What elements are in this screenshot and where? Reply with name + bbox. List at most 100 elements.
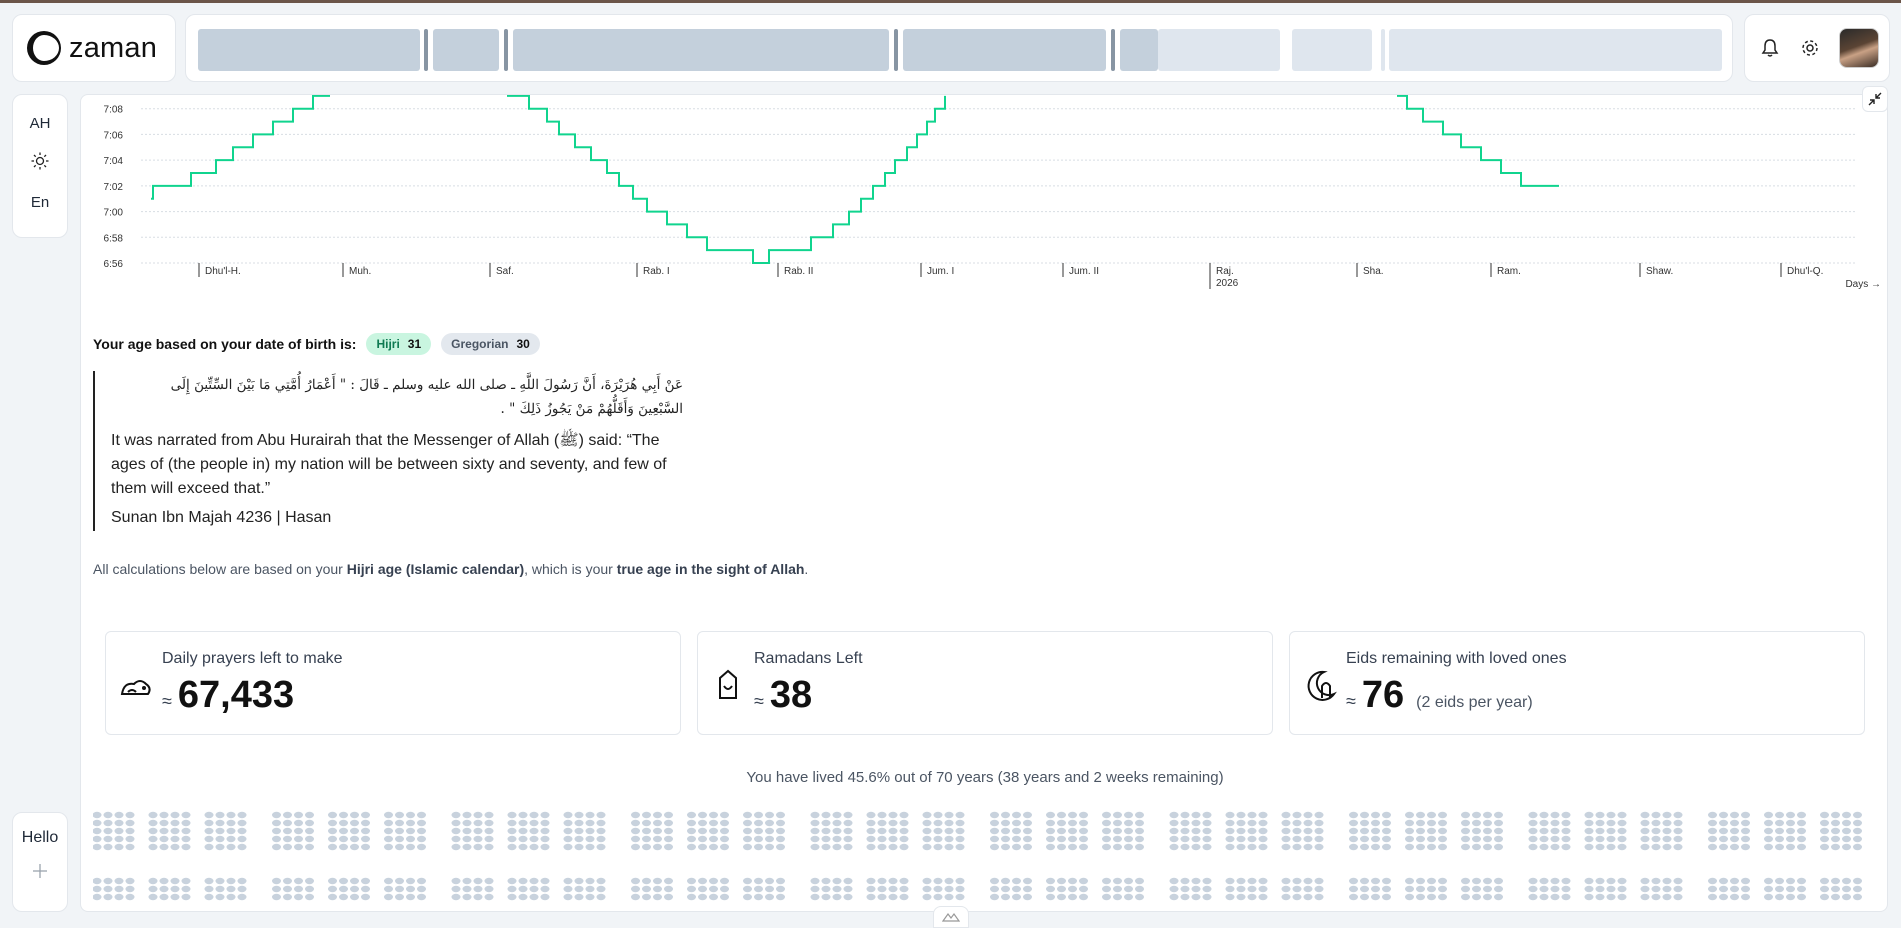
week-dot (944, 893, 954, 901)
week-dot (215, 877, 225, 885)
week-dot (866, 893, 876, 901)
week-dot (1764, 877, 1773, 885)
week-dot (1550, 885, 1560, 893)
week-dot (451, 811, 461, 819)
week-dot (1180, 811, 1190, 819)
week-dot (1360, 827, 1369, 835)
week-dot (395, 827, 404, 835)
week-dot (1730, 877, 1739, 885)
week-dot (1258, 827, 1268, 835)
week-dot (1079, 877, 1088, 885)
week-dot (237, 819, 247, 827)
lantern-icon (719, 669, 737, 699)
drawer-handle-icon[interactable] (933, 906, 969, 928)
week-dot (350, 811, 359, 819)
week-dot (1539, 819, 1549, 827)
week-dot (1382, 893, 1391, 901)
y-tick-label: 6:58 (104, 233, 124, 244)
week-dot (642, 827, 651, 835)
timeline-segment-future[interactable] (1292, 29, 1372, 71)
week-dot (877, 827, 887, 835)
week-dot (843, 893, 853, 901)
week-dot (125, 885, 135, 893)
week-dot (148, 835, 158, 843)
week-dot (1405, 843, 1414, 851)
timeline-segment-future[interactable] (1389, 29, 1722, 71)
week-dot (765, 893, 774, 901)
week-dot (1382, 835, 1391, 843)
week-dot (1012, 893, 1021, 901)
week-dot (1416, 819, 1425, 827)
hadith-source: Sunan Ibn Majah 4236 | Hasan (111, 509, 332, 526)
week-dot (1314, 835, 1324, 843)
week-dot (1461, 843, 1470, 851)
week-dot (93, 819, 102, 827)
week-dot (1292, 885, 1302, 893)
sun-icon[interactable] (31, 152, 49, 174)
week-dot (899, 811, 909, 819)
x-tick-label: Sha. (1363, 266, 1384, 277)
week-dot (1719, 827, 1728, 835)
week-dot (1764, 835, 1773, 843)
week-dot (821, 827, 831, 835)
week-dot (283, 885, 292, 893)
logo[interactable]: zaman (12, 14, 176, 82)
plus-icon[interactable] (32, 863, 48, 884)
week-dot (114, 819, 124, 827)
week-dot (720, 877, 729, 885)
week-dot (1640, 893, 1650, 901)
week-dot (350, 877, 359, 885)
timeline-segment[interactable] (903, 29, 1106, 71)
collapse-icon[interactable] (1862, 86, 1888, 112)
profile-greeting[interactable]: Hello (22, 829, 58, 847)
week-dot (451, 819, 461, 827)
week-dot (1719, 893, 1728, 901)
week-dot (1617, 819, 1627, 827)
week-dot (888, 843, 898, 851)
calendar-toggle-button[interactable]: AH (30, 115, 51, 132)
timeline-segment-future[interactable] (1158, 29, 1280, 71)
week-dot (148, 885, 158, 893)
timeline-segment-current[interactable] (1120, 29, 1158, 71)
week-dot (709, 893, 718, 901)
week-dot (1371, 827, 1380, 835)
week-dot (1349, 885, 1358, 893)
week-dot (585, 893, 595, 901)
gear-icon[interactable] (1799, 37, 1821, 59)
language-toggle-button[interactable]: En (31, 194, 49, 211)
week-dot (1349, 835, 1358, 843)
week-dot (653, 893, 662, 901)
week-dot (1853, 827, 1862, 835)
week-dot (1617, 827, 1627, 835)
bell-icon[interactable] (1759, 37, 1781, 59)
week-dot (1584, 843, 1594, 851)
week-dot (754, 827, 763, 835)
calc-note-text: All calculations below are based on your (93, 561, 347, 577)
week-dot (832, 877, 842, 885)
timeline-segment[interactable] (433, 29, 499, 71)
avatar[interactable] (1839, 28, 1879, 68)
week-dot (204, 877, 214, 885)
week-dot (294, 811, 303, 819)
week-dot (687, 877, 696, 885)
week-dot (765, 877, 774, 885)
week-dot (215, 843, 225, 851)
week-dot (1831, 877, 1840, 885)
week-dot (1371, 877, 1380, 885)
year-timeline[interactable] (185, 14, 1733, 82)
week-dot (743, 827, 752, 835)
week-dot (1113, 877, 1122, 885)
week-dot (1820, 877, 1829, 885)
week-dot (1057, 843, 1066, 851)
week-dot (125, 893, 135, 901)
week-dot (1371, 843, 1380, 851)
week-dot (159, 835, 169, 843)
week-dot (1225, 893, 1235, 901)
week-dot (484, 885, 494, 893)
week-dot (1764, 893, 1773, 901)
x-tick-label: Jum. II (1069, 266, 1099, 277)
timeline-segment[interactable] (198, 29, 420, 71)
timeline-divider (504, 29, 508, 71)
timeline-segment[interactable] (513, 29, 889, 71)
week-dot (305, 835, 314, 843)
